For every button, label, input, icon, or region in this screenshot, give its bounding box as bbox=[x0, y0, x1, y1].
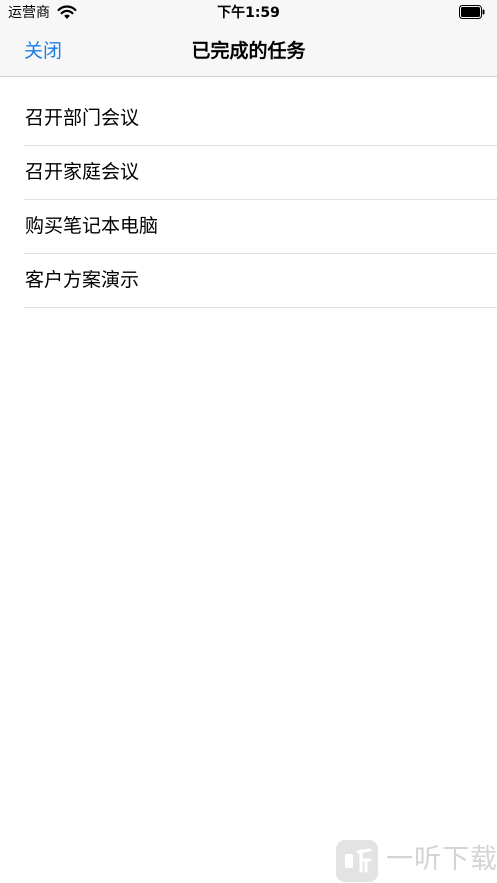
battery-icon bbox=[459, 5, 485, 19]
completed-task-list: 召开部门会议 召开家庭会议 购买笔记本电脑 客户方案演示 bbox=[0, 92, 497, 308]
navigation-bar: 关闭 已完成的任务 bbox=[0, 26, 497, 77]
status-time: 下午1:59 bbox=[217, 5, 280, 21]
watermark-logo-icon bbox=[336, 840, 378, 882]
task-row[interactable]: 客户方案演示 bbox=[24, 254, 497, 308]
task-row[interactable]: 召开家庭会议 bbox=[24, 146, 497, 200]
task-row[interactable]: 召开部门会议 bbox=[24, 92, 497, 146]
watermark: 一听下载 bbox=[336, 838, 497, 882]
page-title: 已完成的任务 bbox=[191, 40, 306, 62]
task-row[interactable]: 购买笔记本电脑 bbox=[24, 200, 497, 254]
status-bar: 运营商 下午1:59 bbox=[0, 0, 497, 26]
watermark-text: 一听下载 bbox=[386, 844, 497, 875]
